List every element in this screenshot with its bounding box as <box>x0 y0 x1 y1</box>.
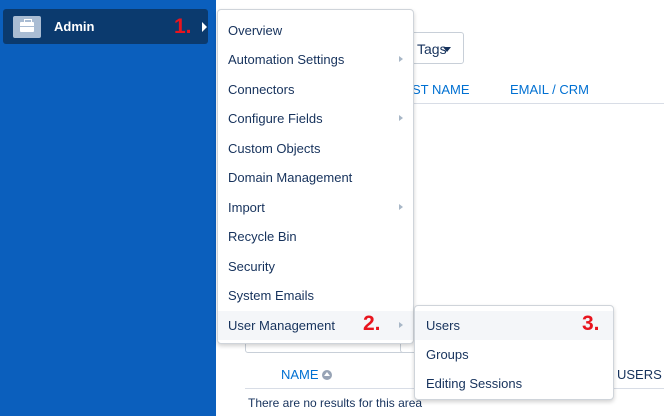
sidebar: Admin <box>0 0 216 416</box>
menu-item-label: Overview <box>228 23 283 38</box>
submenu-arrow-icon <box>399 204 403 210</box>
caret-right-icon <box>202 22 207 32</box>
submenu-arrow-icon <box>399 322 403 328</box>
menu-item-label: User Management <box>228 318 335 333</box>
menu-item-domain-management[interactable]: Domain Management <box>218 163 413 192</box>
submenu-arrow-icon <box>399 56 403 62</box>
step-annotation-3: 3. <box>582 312 600 335</box>
submenu-item-label: Editing Sessions <box>426 376 523 391</box>
menu-item-overview[interactable]: Overview <box>218 16 413 45</box>
menu-item-recycle-bin[interactable]: Recycle Bin <box>218 222 413 251</box>
menu-item-label: Domain Management <box>228 170 353 185</box>
submenu-item-label: Users <box>426 318 460 333</box>
submenu-item-groups[interactable]: Groups <box>415 340 613 369</box>
menu-item-import[interactable]: Import <box>218 193 413 222</box>
step-annotation-2: 2. <box>363 312 381 335</box>
submenu-item-label: Groups <box>426 347 469 362</box>
admin-dropdown-menu: Overview Automation Settings Connectors … <box>217 9 414 344</box>
column-header-users[interactable]: USERS <box>617 367 662 382</box>
menu-item-label: Recycle Bin <box>228 229 297 244</box>
menu-item-custom-objects[interactable]: Custom Objects <box>218 134 413 163</box>
menu-item-user-management[interactable]: User Management <box>218 311 413 340</box>
menu-item-security[interactable]: Security <box>218 252 413 281</box>
sort-ascending-icon <box>321 370 332 380</box>
column-header-email-crm[interactable]: EMAIL / CRM <box>510 82 589 97</box>
submenu-item-editing-sessions[interactable]: Editing Sessions <box>415 369 613 398</box>
empty-state-text: There are no results for this area <box>248 396 423 410</box>
menu-item-label: System Emails <box>228 288 314 303</box>
sidebar-item-label: Admin <box>54 19 95 34</box>
menu-item-connectors[interactable]: Connectors <box>218 75 413 104</box>
menu-item-label: Import <box>228 200 265 215</box>
submenu-arrow-icon <box>399 115 403 121</box>
menu-item-configure-fields[interactable]: Configure Fields <box>218 104 413 133</box>
menu-item-label: Connectors <box>228 82 295 97</box>
menu-item-system-emails[interactable]: System Emails <box>218 281 413 310</box>
menu-item-label: Security <box>228 259 275 274</box>
briefcase-icon <box>13 16 41 38</box>
menu-item-label: Custom Objects <box>228 141 321 156</box>
menu-item-label: Automation Settings <box>228 52 345 67</box>
menu-item-automation-settings[interactable]: Automation Settings <box>218 45 413 74</box>
menu-item-label: Configure Fields <box>228 111 323 126</box>
caret-down-icon <box>443 47 451 52</box>
column-header-name-label: NAME <box>281 367 319 382</box>
column-header-last-name[interactable]: ST NAME <box>412 82 470 97</box>
step-annotation-1: 1. <box>174 15 192 38</box>
column-header-name[interactable]: NAME <box>281 367 332 382</box>
